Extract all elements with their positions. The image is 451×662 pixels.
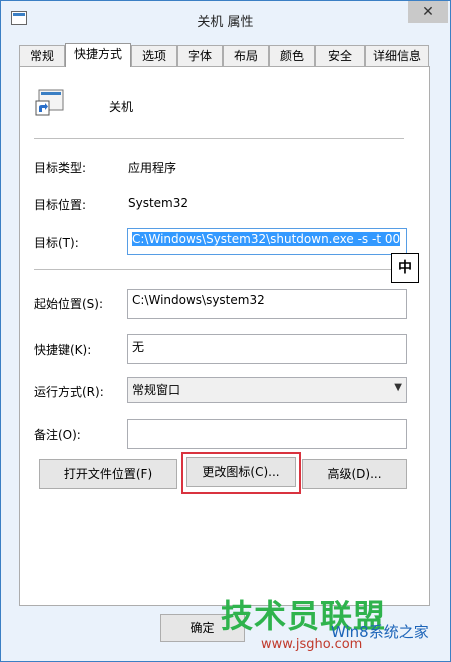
run-select[interactable]: 常规窗口 ▼ <box>127 377 407 403</box>
target-input[interactable]: C:\Windows\System32\shutdown.exe -s -t 0… <box>127 228 407 255</box>
tab-options[interactable]: 选项 <box>131 45 177 66</box>
target-input-text: C:\Windows\System32\shutdown.exe -s -t 0… <box>132 232 401 246</box>
shortcut-icon <box>35 89 64 116</box>
target-location-label: 目标位置: <box>34 198 87 212</box>
tab-shortcut[interactable]: 快捷方式 <box>65 43 131 67</box>
target-type-value: 应用程序 <box>128 161 177 175</box>
separator <box>34 269 404 270</box>
start-in-label: 起始位置(S): <box>34 297 104 311</box>
open-file-location-button[interactable]: 打开文件位置(F) <box>39 459 177 489</box>
run-select-value: 常规窗口 <box>132 383 181 397</box>
target-location-value: System32 <box>128 196 189 210</box>
tab-details[interactable]: 详细信息 <box>365 45 429 66</box>
separator <box>34 138 404 139</box>
properties-window: 关机 属性 ✕ 常规 快捷方式 选项 字体 布局 颜色 安全 详细信息 关机 目… <box>0 0 451 662</box>
tab-security[interactable]: 安全 <box>315 45 365 66</box>
tab-general[interactable]: 常规 <box>19 45 65 66</box>
title-bar: 关机 属性 ✕ <box>1 1 450 37</box>
shortcut-name: 关机 <box>109 100 134 114</box>
comment-input[interactable] <box>127 419 407 449</box>
target-type-label: 目标类型: <box>34 161 87 175</box>
hotkey-input[interactable]: 无 <box>127 334 407 364</box>
watermark-url: www.jsgho.com <box>261 637 363 652</box>
tab-layout[interactable]: 布局 <box>223 45 269 66</box>
tab-font[interactable]: 字体 <box>177 45 223 66</box>
hotkey-label: 快捷键(K): <box>34 343 92 357</box>
comment-label: 备注(O): <box>34 428 81 442</box>
chevron-down-icon: ▼ <box>394 382 402 393</box>
tab-colors[interactable]: 颜色 <box>269 45 315 66</box>
close-button[interactable]: ✕ <box>408 1 448 23</box>
annotation-highlight-box <box>181 452 301 494</box>
advanced-button[interactable]: 高级(D)... <box>302 459 407 489</box>
run-label: 运行方式(R): <box>34 385 104 399</box>
ime-indicator: 中 <box>391 253 419 283</box>
target-label: 目标(T): <box>34 236 79 250</box>
window-title: 关机 属性 <box>197 15 254 30</box>
start-in-input[interactable]: C:\Windows\system32 <box>127 289 407 319</box>
